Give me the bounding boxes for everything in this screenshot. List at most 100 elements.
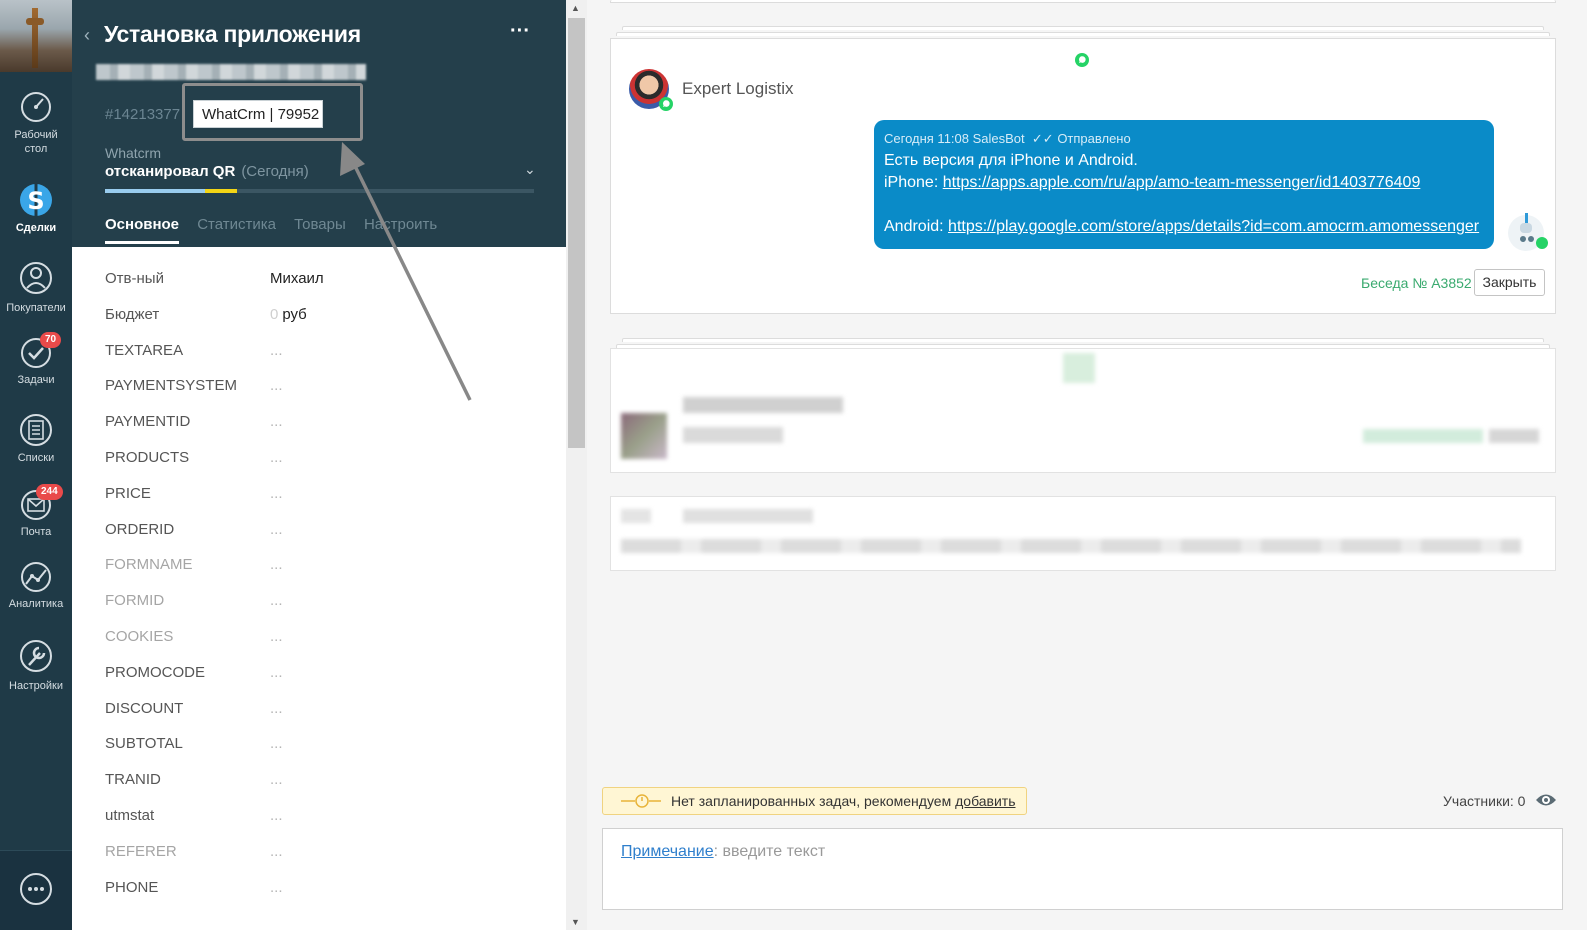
field-row[interactable]: PRODUCTS... bbox=[105, 441, 545, 477]
field-value[interactable]: ... bbox=[270, 342, 283, 359]
field-row[interactable]: utmstat... bbox=[105, 799, 545, 835]
field-value[interactable]: ... bbox=[270, 521, 283, 538]
blurred-message-card bbox=[610, 348, 1556, 473]
field-row[interactable]: COOKIES... bbox=[105, 620, 545, 656]
field-label: SUBTOTAL bbox=[105, 735, 183, 753]
eye-icon[interactable] bbox=[1535, 792, 1557, 808]
nav-item-customers[interactable]: Покупатели bbox=[0, 258, 72, 314]
pipeline-status[interactable]: отсканировал QR (Сегодня) bbox=[105, 163, 309, 180]
message-line: iPhone: https://apps.apple.com/ru/app/am… bbox=[884, 172, 1484, 194]
field-row[interactable]: SUBTOTAL... bbox=[105, 727, 545, 763]
nav-item-analytics[interactable]: Аналитика bbox=[0, 560, 72, 610]
scrollbar[interactable]: ▲ ▼ bbox=[566, 0, 587, 930]
field-row[interactable]: PROMOCODE... bbox=[105, 656, 545, 692]
nav-item-mail[interactable]: 244 Почта bbox=[0, 484, 72, 538]
tasks-badge: 70 bbox=[40, 332, 62, 348]
field-value[interactable]: 0 руб bbox=[270, 306, 307, 323]
back-arrow-icon[interactable]: ‹ bbox=[84, 25, 90, 46]
field-value[interactable]: ... bbox=[270, 413, 283, 430]
contact-name[interactable]: Expert Logistix bbox=[682, 79, 794, 99]
chevron-down-icon[interactable]: ⌄ bbox=[524, 161, 536, 178]
field-value[interactable]: ... bbox=[270, 592, 283, 609]
tab-statistics[interactable]: Статистика bbox=[197, 216, 276, 241]
field-label: DISCOUNT bbox=[105, 699, 184, 717]
bot-avatar-icon bbox=[1508, 213, 1548, 251]
field-value[interactable]: ... bbox=[270, 377, 283, 394]
field-label: PHONE bbox=[105, 878, 159, 896]
lead-name-input[interactable]: WhatCrm | 79952 bbox=[193, 100, 323, 128]
clock-icon bbox=[621, 794, 661, 808]
field-row[interactable]: ORDERID... bbox=[105, 513, 545, 549]
page-title[interactable]: Установка приложения bbox=[104, 21, 361, 48]
field-row[interactable]: PAYMENTSYSTEM... bbox=[105, 369, 545, 405]
user-avatar[interactable] bbox=[0, 0, 72, 72]
left-nav: Рабочий стол S Сделки Покупатели 70 Зада… bbox=[0, 0, 72, 930]
contact-avatar[interactable] bbox=[629, 69, 673, 111]
tab-configure[interactable]: Настроить bbox=[364, 216, 437, 241]
nav-label: Аналитика bbox=[8, 598, 64, 610]
app-window: Рабочий стол S Сделки Покупатели 70 Зада… bbox=[0, 0, 1587, 930]
field-value[interactable]: ... bbox=[270, 449, 283, 466]
lists-icon bbox=[20, 414, 52, 446]
budget-currency: руб bbox=[282, 305, 307, 323]
field-row[interactable]: PRICE... bbox=[105, 477, 545, 513]
blurred-company bbox=[96, 64, 366, 80]
field-row[interactable]: PAYMENTID... bbox=[105, 405, 545, 441]
android-link[interactable]: https://play.google.com/store/apps/detai… bbox=[948, 218, 1479, 235]
field-value[interactable]: Михаил bbox=[270, 270, 324, 287]
tab-main[interactable]: Основное bbox=[105, 216, 180, 244]
budget-amount: 0 bbox=[270, 305, 279, 323]
deals-icon: S bbox=[20, 180, 52, 218]
field-row[interactable]: FORMID... bbox=[105, 584, 545, 620]
field-row[interactable]: Отв-ный Михаил bbox=[105, 262, 545, 298]
field-value[interactable]: ... bbox=[270, 807, 283, 824]
field-value[interactable]: ... bbox=[270, 664, 283, 681]
pipeline-progress bbox=[105, 189, 534, 193]
field-value[interactable]: ... bbox=[270, 700, 283, 717]
field-value[interactable]: ... bbox=[270, 628, 283, 645]
note-type-link[interactable]: Примечание bbox=[621, 843, 714, 860]
iphone-prefix: iPhone: bbox=[884, 174, 939, 191]
field-row[interactable]: Бюджет 0 руб bbox=[105, 298, 545, 334]
nav-item-tasks[interactable]: 70 Задачи bbox=[0, 332, 72, 386]
scroll-up-icon[interactable]: ▲ bbox=[571, 3, 580, 13]
field-label: COOKIES bbox=[105, 627, 174, 645]
chat-launcher[interactable] bbox=[0, 850, 72, 930]
conversation-label[interactable]: Беседа № А3852 bbox=[1361, 275, 1472, 291]
add-task-link[interactable]: добавить bbox=[955, 793, 1015, 809]
field-value[interactable]: ... bbox=[270, 879, 283, 896]
field-label: FORMID bbox=[105, 592, 165, 610]
settings-icon bbox=[20, 640, 52, 672]
field-row[interactable]: TEXTAREA... bbox=[105, 334, 545, 370]
field-value[interactable]: ... bbox=[270, 485, 283, 502]
close-conversation-button[interactable]: Закрыть bbox=[1474, 269, 1545, 296]
field-label: Отв-ный bbox=[105, 270, 164, 287]
field-value[interactable]: ... bbox=[270, 735, 283, 752]
nav-item-dashboard[interactable]: Рабочий стол bbox=[0, 90, 72, 156]
field-value[interactable]: ... bbox=[270, 771, 283, 788]
scroll-down-icon[interactable]: ▼ bbox=[571, 917, 580, 927]
scroll-thumb[interactable] bbox=[568, 18, 585, 448]
participants-count[interactable]: Участники: 0 bbox=[1443, 793, 1525, 809]
iphone-link[interactable]: https://apps.apple.com/ru/app/amo-team-m… bbox=[943, 174, 1421, 191]
message-card: Expert Logistix Сегодня 11:08 SalesBot ✓… bbox=[610, 38, 1556, 314]
field-row[interactable]: PHONE... bbox=[105, 871, 545, 907]
deal-id: #14213377 bbox=[105, 106, 181, 123]
note-placeholder[interactable]: : введите текст bbox=[714, 843, 826, 860]
field-row[interactable]: REFERER... bbox=[105, 835, 545, 871]
more-options-icon[interactable]: ··· bbox=[510, 20, 530, 43]
nav-label: Настройки bbox=[9, 680, 63, 692]
mail-badge: 244 bbox=[36, 484, 63, 500]
nav-item-settings[interactable]: Настройки bbox=[0, 636, 72, 692]
nav-item-deals[interactable]: S Сделки bbox=[0, 178, 72, 234]
blurred-note-card bbox=[610, 496, 1556, 571]
field-value[interactable]: ... bbox=[270, 843, 283, 860]
tab-products[interactable]: Товары bbox=[294, 216, 346, 241]
nav-item-lists[interactable]: Списки bbox=[0, 412, 72, 464]
note-composer[interactable]: Примечание: введите текст bbox=[602, 828, 1563, 910]
field-row[interactable]: DISCOUNT... bbox=[105, 692, 545, 728]
field-row[interactable]: TRANID... bbox=[105, 763, 545, 799]
field-row[interactable]: FORMNAME... bbox=[105, 548, 545, 584]
field-value[interactable]: ... bbox=[270, 556, 283, 573]
field-label: PAYMENTID bbox=[105, 413, 191, 431]
